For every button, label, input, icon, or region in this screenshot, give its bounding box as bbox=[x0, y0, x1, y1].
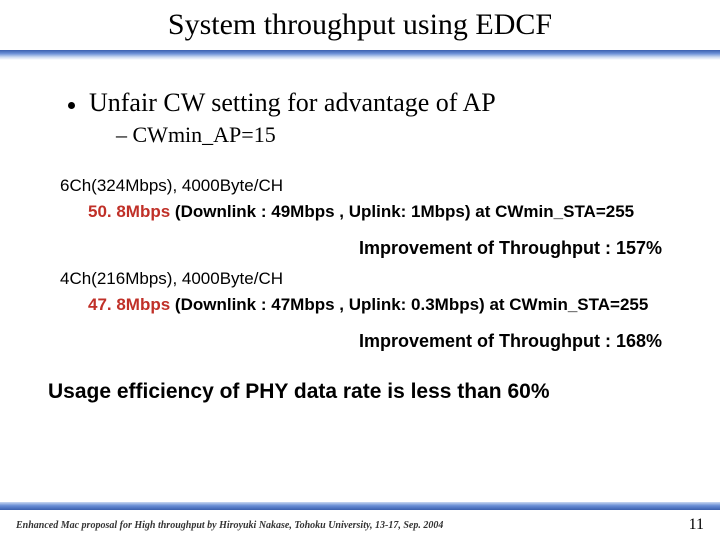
case1-config: 6Ch(324Mbps), 4000Byte/CH bbox=[60, 176, 680, 196]
page-number: 11 bbox=[689, 516, 704, 534]
slide: System throughput using EDCF Unfair CW s… bbox=[0, 0, 720, 540]
bullet-dot-icon bbox=[68, 102, 75, 109]
case1-result: 50. 8Mbps (Downlink : 49Mbps , Uplink: 1… bbox=[88, 202, 680, 222]
bullet1-text: Unfair CW setting for advantage of AP bbox=[89, 88, 496, 118]
footer-credit: Enhanced Mac proposal for High throughpu… bbox=[16, 520, 443, 531]
case1-rest: (Downlink : 49Mbps , Uplink: 1Mbps) at C… bbox=[175, 202, 634, 221]
footer: Enhanced Mac proposal for High throughpu… bbox=[0, 510, 720, 540]
slide-body: Unfair CW setting for advantage of AP – … bbox=[0, 60, 720, 404]
case2-total: 47. 8Mbps bbox=[88, 295, 175, 314]
summary-line: Usage efficiency of PHY data rate is les… bbox=[48, 380, 680, 404]
slide-title: System throughput using EDCF bbox=[0, 0, 720, 48]
bullet-level2: – CWmin_AP=15 bbox=[116, 122, 680, 148]
case2-result: 47. 8Mbps (Downlink : 47Mbps , Uplink: 0… bbox=[88, 295, 680, 315]
case1-total: 50. 8Mbps bbox=[88, 202, 175, 221]
title-divider bbox=[0, 50, 720, 60]
footer-divider bbox=[0, 502, 720, 510]
bullet-level1: Unfair CW setting for advantage of AP bbox=[68, 88, 680, 118]
case2-config: 4Ch(216Mbps), 4000Byte/CH bbox=[60, 269, 680, 289]
case2-improvement: Improvement of Throughput : 168% bbox=[40, 331, 680, 352]
case2-rest: (Downlink : 47Mbps , Uplink: 0.3Mbps) at… bbox=[175, 295, 648, 314]
case1-improvement: Improvement of Throughput : 157% bbox=[40, 238, 680, 259]
